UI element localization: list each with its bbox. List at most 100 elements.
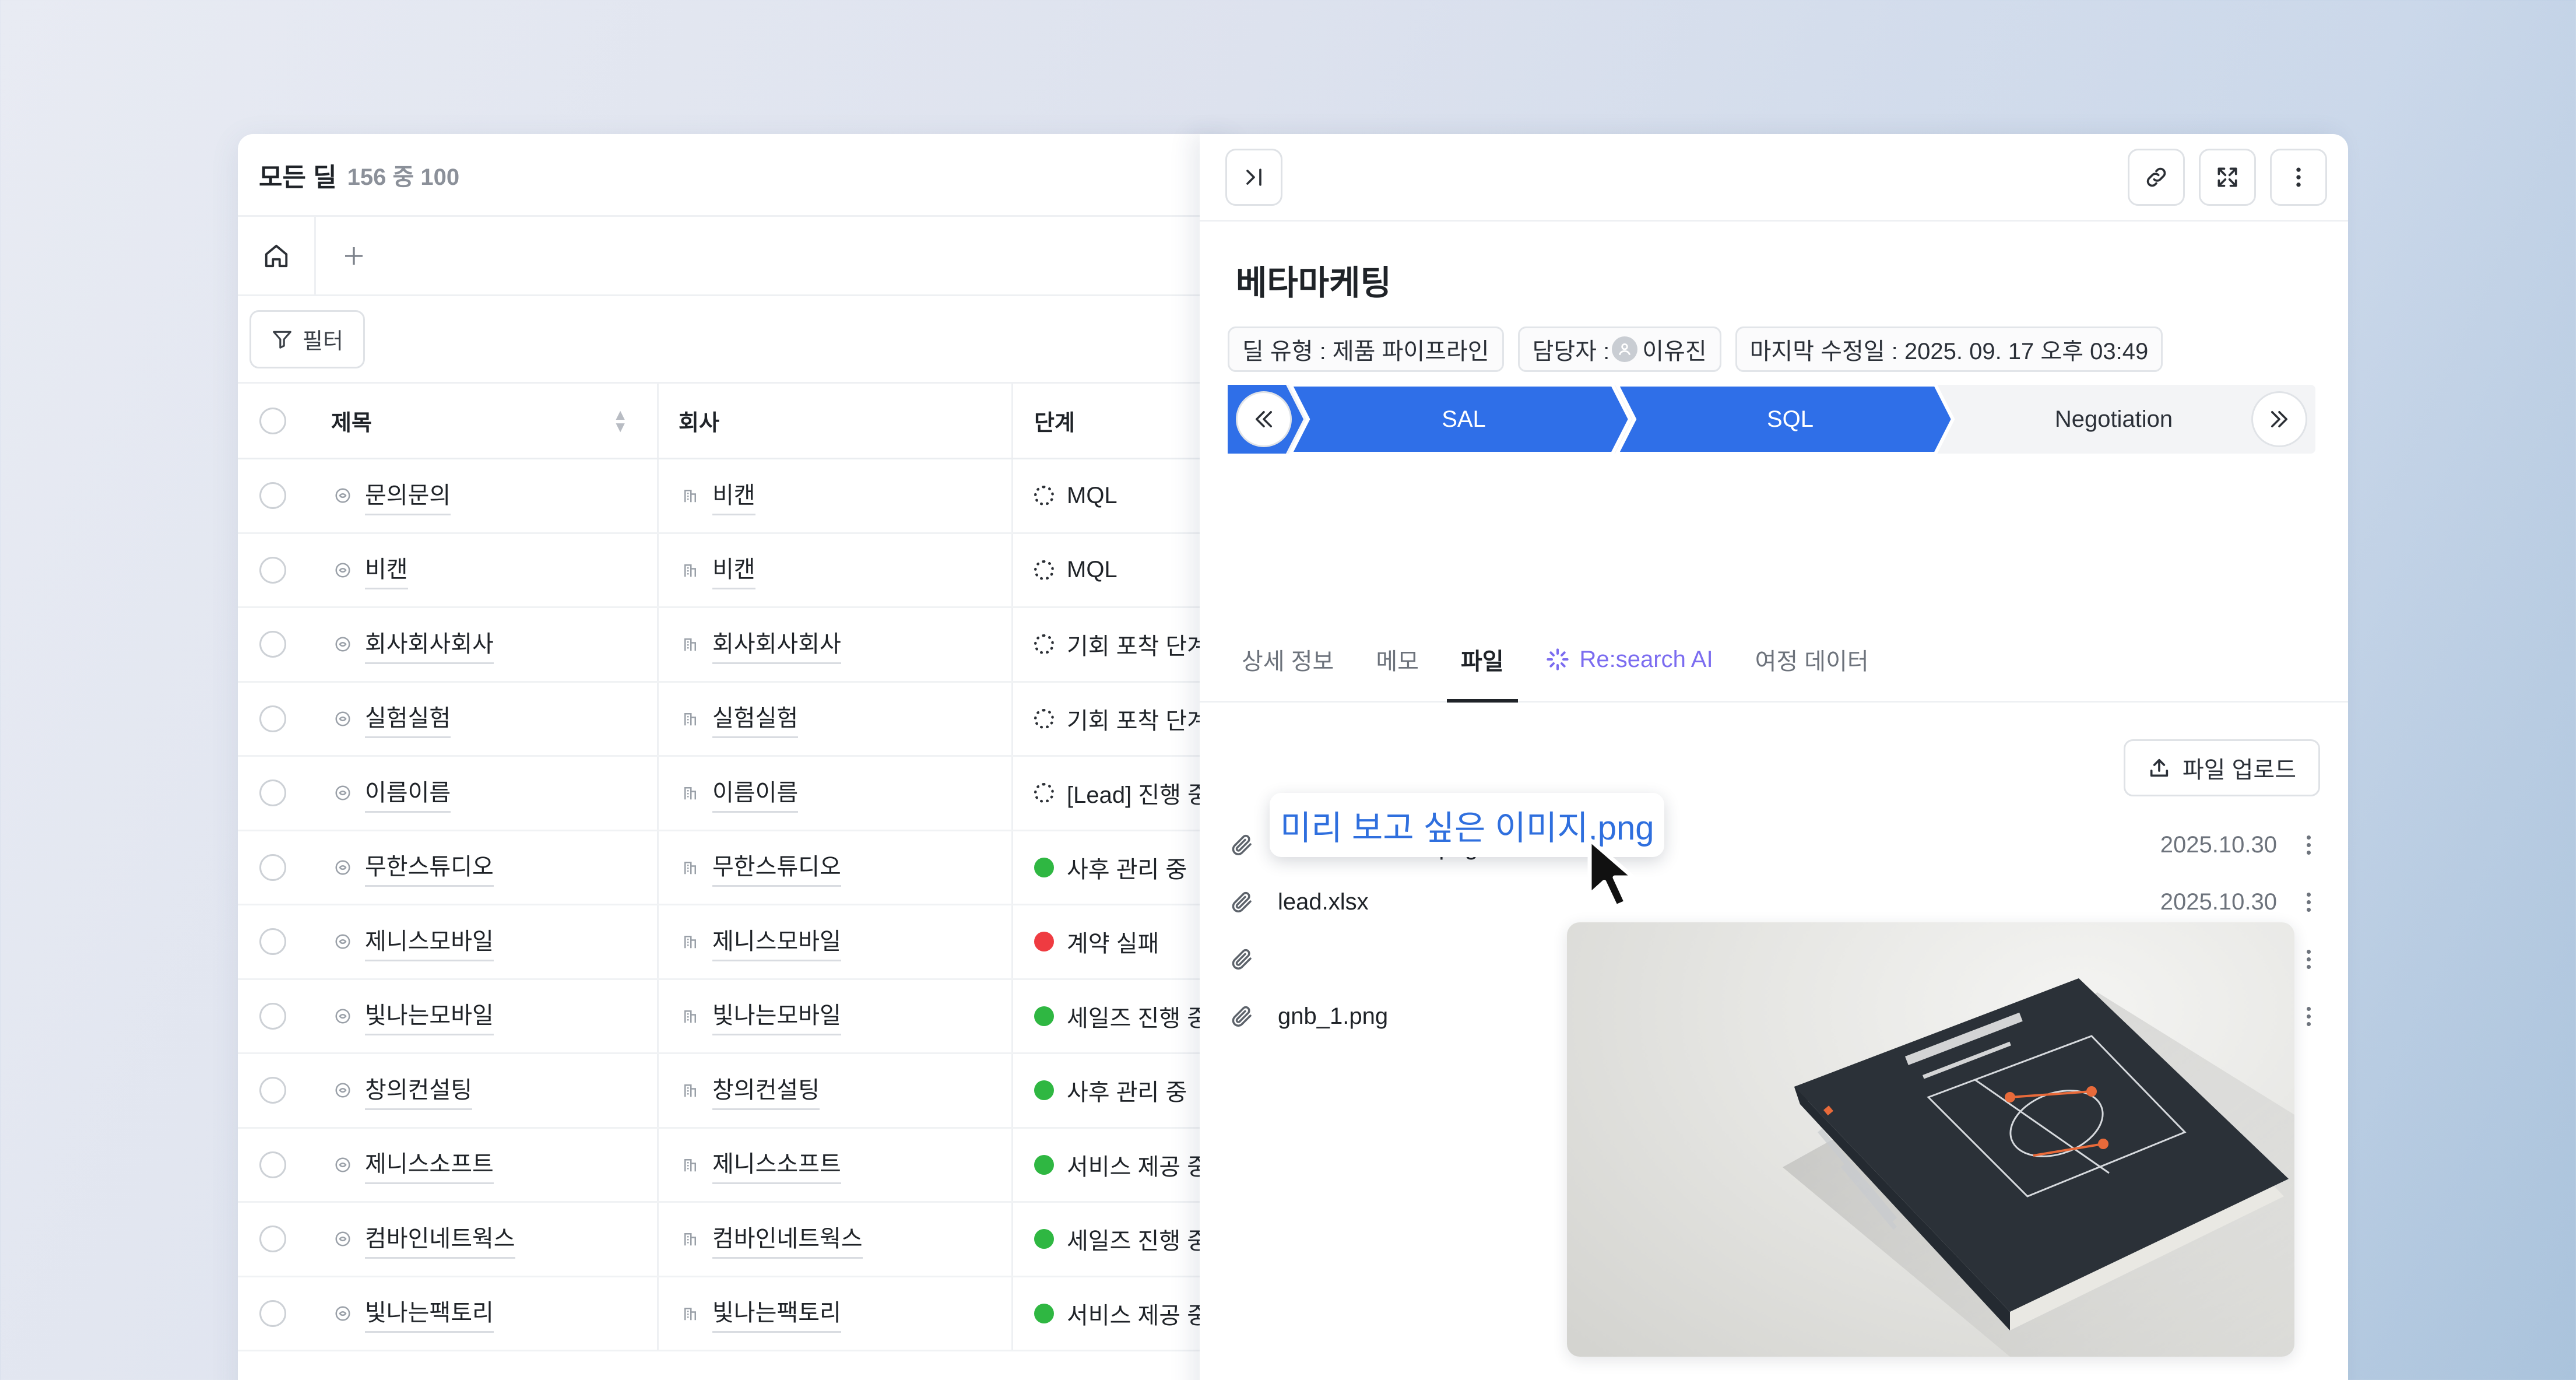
owner-chip[interactable]: 담당자 : 이유진 — [1517, 326, 1721, 372]
row-checkbox[interactable] — [259, 779, 286, 807]
deal-table: 제목 ▲ ▼ 회사 단계 문의문의 비캔 MQL 비캔 비캔 MQL 회사회사회사 회사회사회사… — [238, 384, 1229, 1351]
table-row[interactable]: 제니스모바일 제니스모바일 계약 실패 — [238, 905, 1229, 980]
file-more-icon[interactable] — [2303, 949, 2314, 969]
deal-title-link[interactable]: 빛나는모바일 — [365, 996, 494, 1036]
file-more-icon[interactable] — [2303, 892, 2314, 912]
row-checkbox[interactable] — [259, 482, 286, 510]
table-row[interactable]: 비캔 비캔 MQL — [238, 533, 1229, 608]
row-checkbox[interactable] — [259, 556, 286, 584]
company-link[interactable]: 이름이름 — [712, 774, 799, 813]
stage-text: [Lead] 진행 중 — [1067, 782, 1209, 809]
tab-research-ai[interactable]: Re:search AI — [1546, 618, 1713, 701]
deal-title-link[interactable]: 제니스소프트 — [365, 1145, 494, 1185]
list-title: 모든 딜 — [259, 163, 337, 192]
upload-file-label: 파일 업로드 — [2182, 757, 2296, 783]
pipeline-step-sql[interactable]: SQL — [1636, 385, 1945, 454]
deal-title-link[interactable]: 창의컨설팅 — [365, 1071, 472, 1110]
table-row[interactable]: 창의컨설팅 창의컨설팅 사후 관리 중 — [238, 1054, 1229, 1129]
row-checkbox[interactable] — [259, 705, 286, 732]
row-checkbox[interactable] — [259, 631, 286, 658]
company-link[interactable]: 비캔 — [712, 476, 755, 515]
company-link[interactable]: 창의컨설팅 — [712, 1071, 820, 1110]
stage-text: 사후 관리 중 — [1067, 856, 1187, 883]
company-link[interactable]: 제니스소프트 — [712, 1145, 841, 1185]
stage-text: 서비스 제공 중 — [1067, 1154, 1209, 1180]
deal-title-link[interactable]: 문의문의 — [365, 476, 451, 515]
deal-title-link[interactable]: 빛나는팩토리 — [365, 1294, 494, 1333]
table-row[interactable]: 빛나는팩토리 빛나는팩토리 서비스 제공 중 — [238, 1277, 1229, 1351]
tab-details[interactable]: 상세 정보 — [1242, 618, 1334, 701]
table-row[interactable]: 회사회사회사 회사회사회사 기회 포착 단계 — [238, 608, 1229, 683]
table-row[interactable]: 컴바인네트웍스 컴바인네트웍스 세일즈 진행 중 — [238, 1203, 1229, 1277]
file-name[interactable]: gnb_1.png — [1278, 1003, 1388, 1030]
copy-link-button[interactable] — [2128, 148, 2185, 206]
select-all-checkbox[interactable] — [259, 407, 286, 434]
table-row[interactable]: 무한스튜디오 무한스튜디오 사후 관리 중 — [238, 831, 1229, 905]
deal-title-link[interactable]: 제니스모바일 — [365, 922, 494, 961]
deal-title-link[interactable]: 비캔 — [365, 550, 408, 590]
pipeline-step-sal[interactable]: SAL — [1309, 385, 1618, 454]
deal-icon — [331, 1227, 354, 1251]
deal-type-chip[interactable]: 딜 유형 : 제품 파이프라인 — [1228, 326, 1504, 372]
stage-text: 기회 포착 단계 — [1067, 708, 1209, 734]
file-more-icon[interactable] — [2303, 835, 2314, 855]
company-link[interactable]: 무한스튜디오 — [712, 848, 841, 887]
tab-journey-data[interactable]: 여정 데이터 — [1755, 618, 1869, 701]
row-checkbox[interactable] — [259, 1300, 286, 1327]
building-icon — [679, 1153, 702, 1177]
pipeline-prev-button[interactable] — [1236, 391, 1292, 447]
company-link[interactable]: 회사회사회사 — [712, 625, 841, 664]
pipeline-next-button[interactable] — [2251, 391, 2307, 447]
more-button[interactable] — [2270, 148, 2327, 206]
table-row[interactable]: 이름이름 이름이름 [Lead] 진행 중 — [238, 757, 1229, 831]
expand-button[interactable] — [2199, 148, 2256, 206]
tab-files[interactable]: 파일 — [1447, 618, 1518, 703]
home-tab[interactable] — [238, 217, 316, 294]
building-icon — [679, 856, 702, 879]
column-company[interactable]: 회사 — [659, 384, 1013, 458]
company-link[interactable]: 빛나는팩토리 — [712, 1294, 841, 1333]
column-title[interactable]: 제목 ▲ ▼ — [308, 384, 659, 458]
row-checkbox[interactable] — [259, 854, 286, 881]
chevrons-right-icon — [2271, 411, 2287, 427]
column-stage[interactable]: 단계 — [1013, 384, 1229, 458]
pipeline-step-negotiation[interactable]: Negotiation — [1956, 385, 2271, 454]
row-checkbox[interactable] — [259, 1151, 286, 1178]
row-checkbox[interactable] — [259, 1002, 286, 1030]
deal-title-link[interactable]: 이름이름 — [365, 774, 451, 813]
building-icon — [679, 1079, 702, 1102]
add-tab-button[interactable] — [316, 244, 392, 268]
table-row[interactable]: 문의문의 비캔 MQL — [238, 459, 1229, 534]
deal-title-link[interactable]: 컴바인네트웍스 — [365, 1220, 515, 1259]
company-link[interactable]: 빛나는모바일 — [712, 996, 841, 1036]
company-link[interactable]: 실험실험 — [712, 699, 799, 739]
row-checkbox[interactable] — [259, 1077, 286, 1104]
company-link[interactable]: 제니스모바일 — [712, 922, 841, 961]
upload-file-button[interactable]: 파일 업로드 — [2123, 739, 2320, 796]
deal-icon — [331, 1005, 354, 1028]
filter-button[interactable]: 필터 — [249, 310, 365, 368]
file-name[interactable]: lead.xlsx — [1278, 889, 1369, 915]
table-row[interactable]: 제니스소프트 제니스소프트 서비스 제공 중 — [238, 1128, 1229, 1203]
sort-icon[interactable]: ▲ ▼ — [613, 407, 628, 434]
owner-label: 담당자 : — [1532, 339, 1610, 364]
deal-title-link[interactable]: 회사회사회사 — [365, 625, 494, 664]
row-checkbox[interactable] — [259, 1226, 286, 1253]
status-loading-icon — [1034, 708, 1054, 729]
company-link[interactable]: 컴바인네트웍스 — [712, 1220, 863, 1259]
company-link[interactable]: 비캔 — [712, 550, 755, 590]
table-row[interactable]: 빛나는모바일 빛나는모바일 세일즈 진행 중 — [238, 979, 1229, 1054]
stage-text: 세일즈 진행 중 — [1067, 1228, 1209, 1255]
tab-memo[interactable]: 메모 — [1376, 618, 1419, 701]
deal-title-link[interactable]: 실험실험 — [365, 699, 451, 739]
status-dot — [1034, 1303, 1054, 1323]
file-more-icon[interactable] — [2303, 1006, 2314, 1026]
building-icon — [679, 633, 702, 656]
row-checkbox[interactable] — [259, 928, 286, 956]
filter-row: 필터 — [238, 296, 1229, 384]
stage-text: MQL — [1067, 557, 1117, 583]
collapse-panel-button[interactable] — [1225, 148, 1282, 206]
deal-title-link[interactable]: 무한스튜디오 — [365, 848, 494, 887]
filter-label: 필터 — [303, 329, 343, 354]
table-row[interactable]: 실험실험 실험실험 기회 포착 단계 — [238, 682, 1229, 757]
